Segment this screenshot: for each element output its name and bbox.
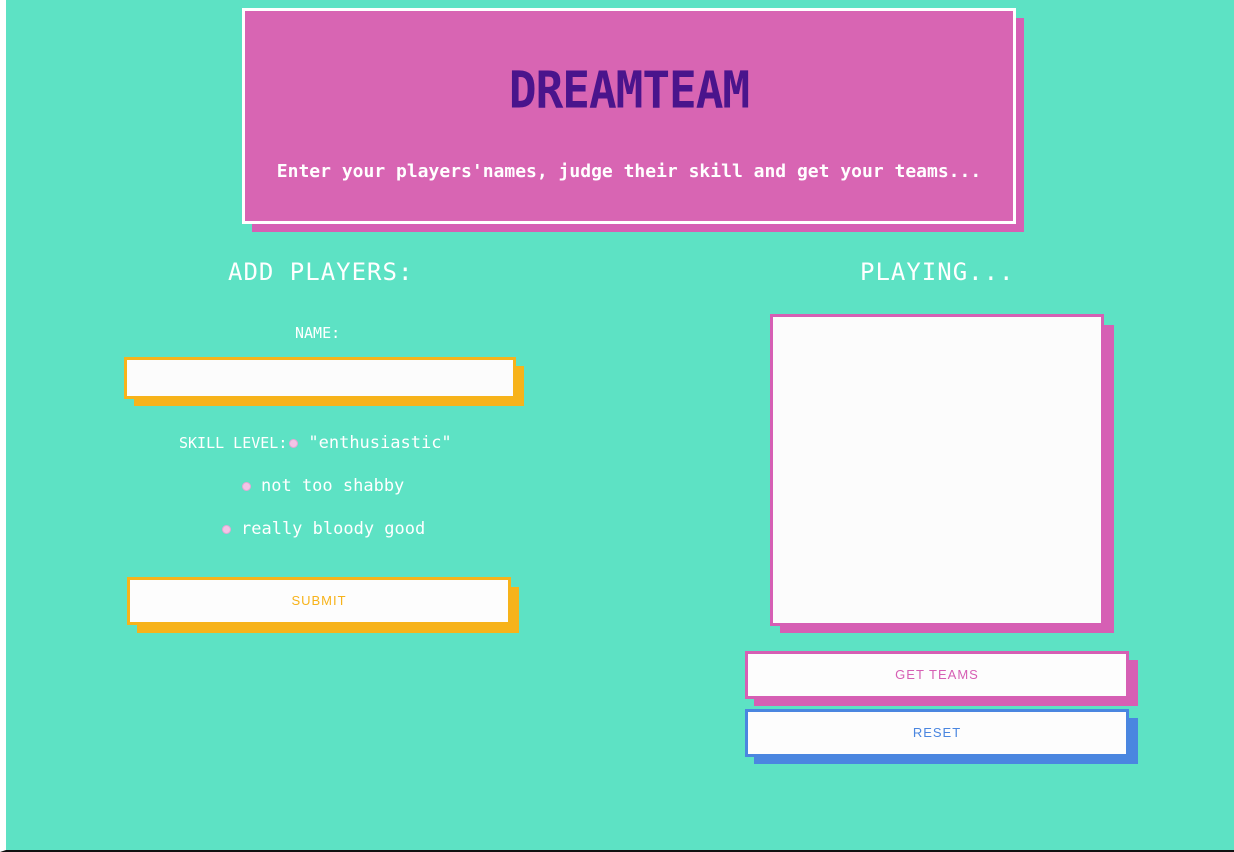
radio-really-bloody-good[interactable]: [222, 524, 231, 534]
reset-button[interactable]: RESET: [745, 709, 1129, 757]
skill-row-not-too-shabby[interactable]: not too shabby: [242, 476, 404, 496]
skill-level-label: SKILL LEVEL:: [179, 434, 288, 452]
header-banner: DREAMTEAM Enter your players'names, judg…: [242, 8, 1016, 224]
skill-row-enthusiastic[interactable]: SKILL LEVEL: "enthusiastic": [179, 433, 452, 453]
radio-not-too-shabby[interactable]: [242, 481, 251, 491]
get-teams-button[interactable]: GET TEAMS: [745, 651, 1129, 699]
skill-option-really-bloody-good: really bloody good: [241, 519, 426, 539]
playing-heading: PLAYING...: [860, 258, 1015, 286]
playing-list: [770, 314, 1104, 626]
skill-row-really-bloody-good[interactable]: really bloody good: [222, 519, 425, 539]
name-input[interactable]: [124, 357, 516, 399]
skill-option-not-too-shabby: not too shabby: [261, 476, 405, 496]
skill-option-enthusiastic: "enthusiastic": [308, 433, 452, 453]
app-subtitle: Enter your players'names, judge their sk…: [276, 161, 982, 182]
submit-button[interactable]: SUBMIT: [127, 577, 511, 625]
name-label: NAME:: [295, 324, 341, 342]
radio-enthusiastic[interactable]: [289, 438, 299, 448]
app-title: DREAMTEAM: [508, 60, 750, 120]
add-players-heading: ADD PLAYERS:: [228, 258, 414, 286]
